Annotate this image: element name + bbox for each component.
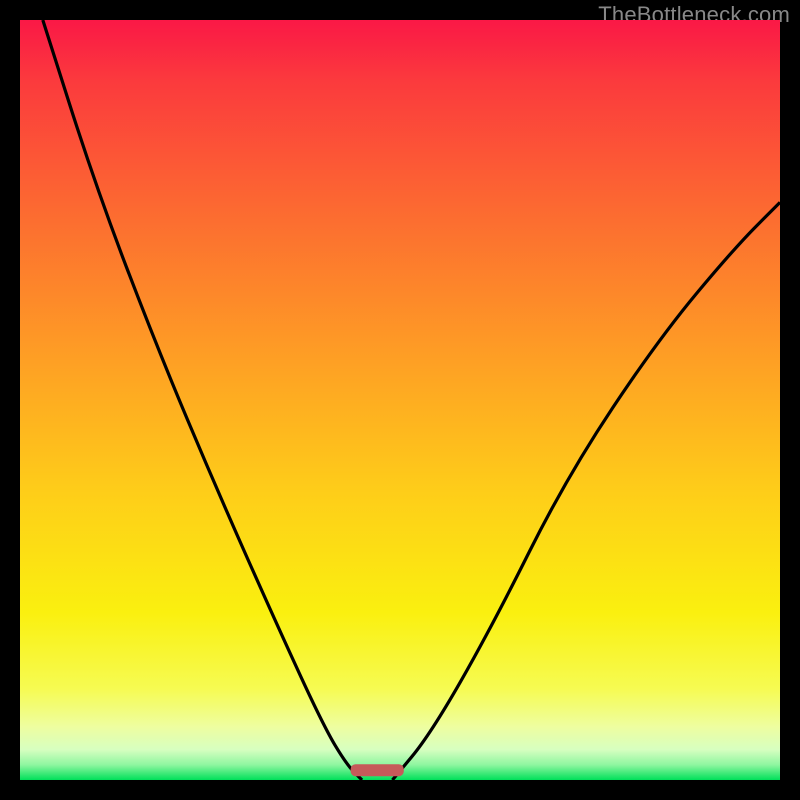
minimum-band [351, 764, 404, 776]
plot-area [20, 20, 780, 780]
chart-frame: TheBottleneck.com [0, 0, 800, 800]
curve-layer [20, 20, 780, 780]
left-curve [43, 20, 362, 780]
right-curve [392, 202, 780, 780]
